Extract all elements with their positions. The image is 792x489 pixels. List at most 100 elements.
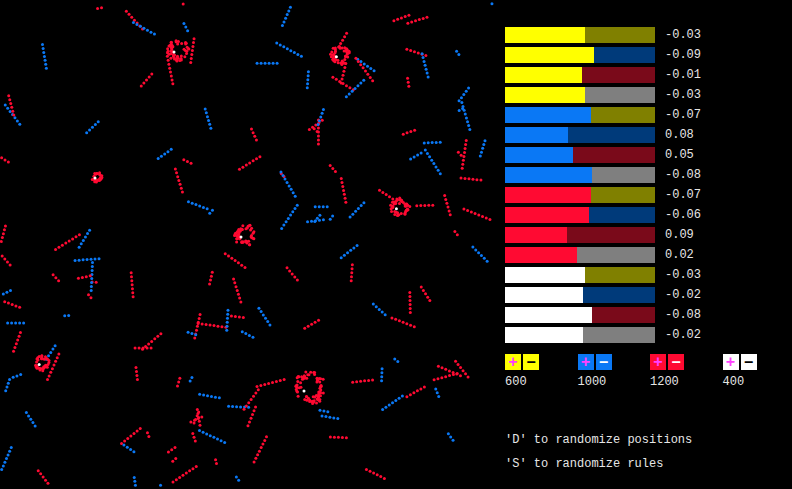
particle — [290, 188, 293, 191]
particle — [435, 165, 438, 168]
particle — [444, 198, 447, 201]
particle — [340, 177, 343, 180]
particle — [132, 295, 135, 298]
particle — [463, 151, 466, 154]
particle — [193, 422, 196, 425]
particle — [202, 206, 205, 209]
particle — [394, 399, 397, 402]
rule-bar[interactable] — [505, 307, 655, 323]
particle — [421, 52, 424, 55]
rule-bar[interactable] — [505, 47, 655, 63]
particle — [287, 9, 290, 12]
particle — [7, 453, 10, 456]
key-hints: 'D' to randomize positions'S' to randomi… — [505, 433, 792, 471]
particle — [424, 54, 427, 57]
particle — [51, 348, 54, 351]
particle — [345, 95, 348, 98]
particle — [334, 48, 337, 51]
particle — [189, 380, 192, 383]
particle — [302, 377, 305, 380]
plus-button[interactable]: + — [650, 354, 666, 370]
rule-bar[interactable] — [505, 87, 655, 103]
particle — [351, 381, 354, 384]
rule-bar[interactable] — [505, 187, 655, 203]
particle — [230, 315, 233, 318]
particle — [54, 276, 57, 279]
particle — [366, 65, 369, 68]
particle — [190, 53, 193, 56]
minus-button[interactable]: − — [741, 354, 757, 370]
rule-bar[interactable] — [505, 227, 655, 243]
particle — [129, 448, 132, 451]
particle — [328, 416, 331, 419]
particle — [341, 181, 344, 184]
particle — [322, 218, 325, 221]
particle — [27, 414, 30, 417]
particle — [180, 42, 183, 45]
particle — [214, 458, 217, 461]
particle — [166, 51, 169, 54]
particle — [173, 51, 176, 54]
rule-bar[interactable] — [505, 207, 655, 223]
particle — [199, 313, 202, 316]
rule-bar[interactable] — [505, 127, 655, 143]
particle — [198, 205, 201, 208]
rule-bar[interactable] — [505, 107, 655, 123]
rule-bar[interactable] — [505, 247, 655, 263]
rule-bar[interactable] — [505, 67, 655, 83]
particle — [253, 135, 256, 138]
rule-bar[interactable] — [505, 327, 655, 343]
particle — [406, 207, 409, 210]
particle — [293, 276, 296, 279]
particle — [91, 269, 94, 272]
particle — [234, 233, 237, 236]
particle — [467, 124, 470, 127]
plus-button[interactable]: + — [578, 354, 594, 370]
particle — [425, 68, 428, 71]
particle — [212, 436, 215, 439]
particle — [467, 86, 470, 89]
particle — [234, 315, 237, 318]
particle — [166, 47, 169, 50]
minus-button[interactable]: − — [596, 354, 612, 370]
plus-button[interactable]: + — [723, 354, 739, 370]
particle — [350, 279, 353, 282]
species-count: 1000 — [578, 375, 607, 389]
rule-bar-rest — [573, 147, 656, 163]
particle — [188, 469, 191, 472]
particle — [306, 373, 309, 376]
particle — [14, 322, 17, 325]
rule-bar[interactable] — [505, 27, 655, 43]
particle — [122, 444, 125, 447]
particle — [177, 40, 180, 43]
particle — [244, 227, 247, 230]
particle — [421, 53, 424, 56]
particle — [254, 392, 257, 395]
particle — [170, 74, 173, 77]
particle — [437, 169, 440, 172]
particle — [417, 52, 420, 55]
plus-button[interactable]: + — [505, 354, 521, 370]
rule-bar[interactable] — [505, 287, 655, 303]
rule-bar[interactable] — [505, 167, 655, 183]
rule-value: -0.08 — [665, 307, 701, 323]
minus-button[interactable]: − — [523, 354, 539, 370]
particle — [176, 55, 179, 58]
particle — [90, 289, 93, 292]
particle — [202, 431, 205, 434]
particle — [294, 195, 297, 198]
particle — [130, 271, 133, 274]
particle — [220, 439, 223, 442]
particle — [183, 55, 186, 58]
particle — [317, 118, 320, 121]
rule-bar[interactable] — [505, 267, 655, 283]
particle — [252, 159, 255, 162]
particle — [67, 314, 70, 317]
particle — [312, 371, 315, 374]
particle — [310, 323, 313, 326]
rule-row: 0.08 — [505, 127, 792, 143]
rule-bar[interactable] — [505, 147, 655, 163]
minus-button[interactable]: − — [668, 354, 684, 370]
particle — [320, 384, 323, 387]
particle — [318, 380, 321, 383]
